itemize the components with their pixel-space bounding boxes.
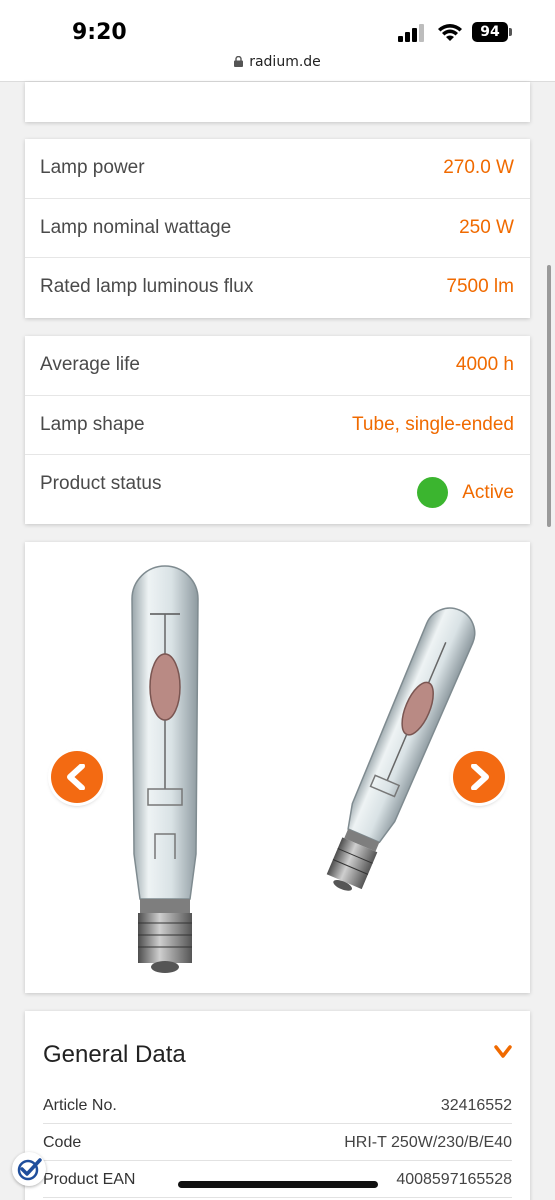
general-data-section: General Data Article No. 32416552 Code H…	[25, 1011, 530, 1200]
data-value: HRI-T 250W/230/B/E40	[344, 1134, 512, 1151]
spec-row: Rated lamp luminous flux 7500 lm	[25, 258, 530, 318]
signal-icon	[398, 24, 424, 42]
data-row: Article No. 32416552	[43, 1087, 512, 1124]
spec-row: Lamp nominal wattage 250 W	[25, 199, 530, 258]
spec-card-previous	[25, 82, 530, 122]
wifi-icon	[438, 24, 462, 41]
lock-icon	[234, 56, 244, 67]
data-label: Product EAN	[43, 1171, 136, 1188]
data-row: Code HRI-T 250W/230/B/E40	[43, 1124, 512, 1161]
page-scrollbar[interactable]	[547, 265, 551, 527]
spec-value: Tube, single-ended	[352, 413, 514, 435]
browser-top-bar: 9:20 94 radium.de	[0, 0, 555, 82]
battery-level: 94	[472, 22, 508, 42]
spec-card-power: Lamp power 270.0 W Lamp nominal wattage …	[25, 139, 530, 318]
gallery-prev-button[interactable]	[51, 751, 103, 803]
spec-label: Average life	[40, 354, 140, 375]
spec-card-life: Average life 4000 h Lamp shape Tube, sin…	[25, 336, 530, 524]
checkmark-badge-icon	[17, 1158, 42, 1181]
spec-label: Rated lamp luminous flux	[40, 276, 254, 297]
spec-value: 4000 h	[455, 354, 514, 375]
spec-row-status: Product status Active	[25, 455, 530, 523]
chevron-down-icon[interactable]	[494, 1045, 512, 1059]
trust-badge[interactable]	[12, 1152, 46, 1186]
chevron-right-icon	[471, 764, 489, 790]
spec-label: Lamp shape	[40, 413, 145, 435]
data-value: 4008597165528	[396, 1171, 512, 1188]
status-time: 9:20	[72, 20, 127, 45]
section-title[interactable]: General Data	[43, 1041, 186, 1069]
data-row: Product EAN 4008597165528	[43, 1161, 512, 1198]
data-label: Code	[43, 1134, 82, 1151]
data-value: 32416552	[440, 1097, 512, 1114]
address-bar[interactable]: radium.de	[0, 54, 555, 70]
url-text: radium.de	[249, 54, 321, 70]
spec-label: Lamp power	[40, 157, 145, 178]
status-value: Active	[462, 481, 514, 503]
spec-row: Lamp power 270.0 W	[25, 139, 530, 199]
data-label: Article No.	[43, 1097, 117, 1114]
status-indicator-icon	[417, 477, 449, 508]
spec-value: 270.0 W	[443, 157, 514, 178]
spec-label: Product status	[40, 473, 162, 494]
gallery-next-button[interactable]	[453, 751, 505, 803]
battery-icon: 94	[472, 22, 512, 42]
spec-value: 250 W	[459, 216, 514, 238]
spec-row: Lamp shape Tube, single-ended	[25, 396, 530, 455]
home-indicator[interactable]	[178, 1181, 378, 1188]
product-image-lamp-front[interactable]	[120, 559, 210, 977]
spec-row: Average life 4000 h	[25, 336, 530, 396]
chevron-left-icon	[67, 764, 85, 790]
spec-label: Lamp nominal wattage	[40, 216, 232, 238]
spec-value: 7500 lm	[446, 276, 514, 297]
